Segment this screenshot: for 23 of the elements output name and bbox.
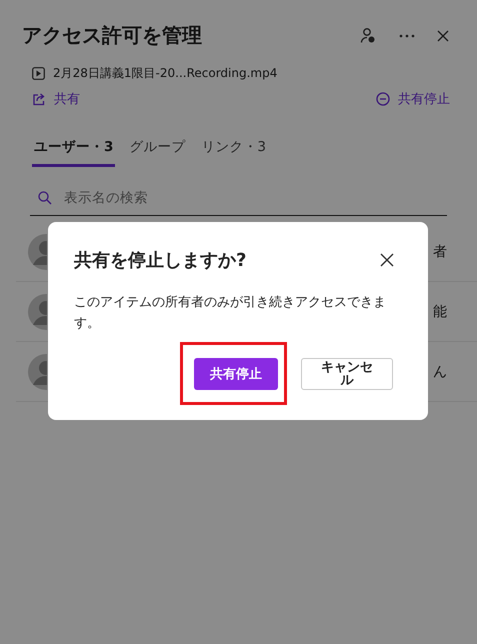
dialog-title: 共有を停止しますか? [74,249,246,272]
tab[interactable]: グループ [127,134,188,167]
close-icon[interactable] [437,30,449,42]
file-name: 2月28日講義1限目-20...Recording.mp4 [53,65,278,82]
user-role: 者 [433,242,447,260]
person-settings-icon[interactable] [359,26,377,44]
cancel-button[interactable]: キャンセル [301,358,393,390]
more-icon[interactable] [399,34,415,38]
user-role: ん [433,362,447,380]
share-link[interactable]: 共有 [32,90,80,108]
dialog-message: このアイテムの所有者のみが引き続きアクセスできます。 [74,294,387,333]
tab[interactable]: ユーザー・3 [32,134,116,167]
search-field[interactable]: 表示名の検索 [62,189,439,207]
stop-sharing-link[interactable]: 共有停止 [376,90,450,108]
tab[interactable]: リンク・3 [199,134,268,167]
video-file-icon [32,67,45,80]
share-icon [32,92,46,106]
user-role: 能 [433,302,447,320]
stop-sharing-button[interactable]: 共有停止 [194,358,278,390]
panel-title: アクセス許可を管理 [22,22,202,49]
minus-circle-icon [376,92,390,106]
search-icon [38,191,52,205]
close-icon[interactable] [380,253,394,267]
